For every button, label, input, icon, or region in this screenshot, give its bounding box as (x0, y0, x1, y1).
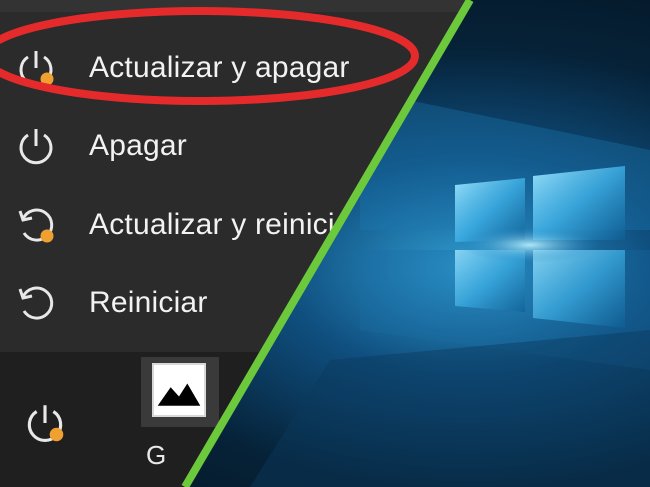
restart-update-icon (18, 208, 54, 243)
image-icon (152, 363, 206, 417)
power-update-icon (19, 51, 54, 87)
menu-item-label: Reiniciar (89, 286, 208, 319)
menu-item-label: Apagar (89, 129, 187, 162)
menu-top-edge (0, 0, 470, 12)
power-update-icon[interactable] (22, 400, 68, 446)
menu-item-label: Actualizar y apagar (89, 51, 350, 84)
restart-icon (18, 286, 54, 320)
partial-tile-label: G (146, 440, 167, 470)
menu-item-update-and-shutdown[interactable]: Actualizar y apagar (0, 33, 470, 103)
pictures-tile[interactable] (141, 357, 219, 427)
power-icon (19, 129, 53, 165)
menu-item-label: Actualizar y reiniciar (89, 208, 362, 241)
